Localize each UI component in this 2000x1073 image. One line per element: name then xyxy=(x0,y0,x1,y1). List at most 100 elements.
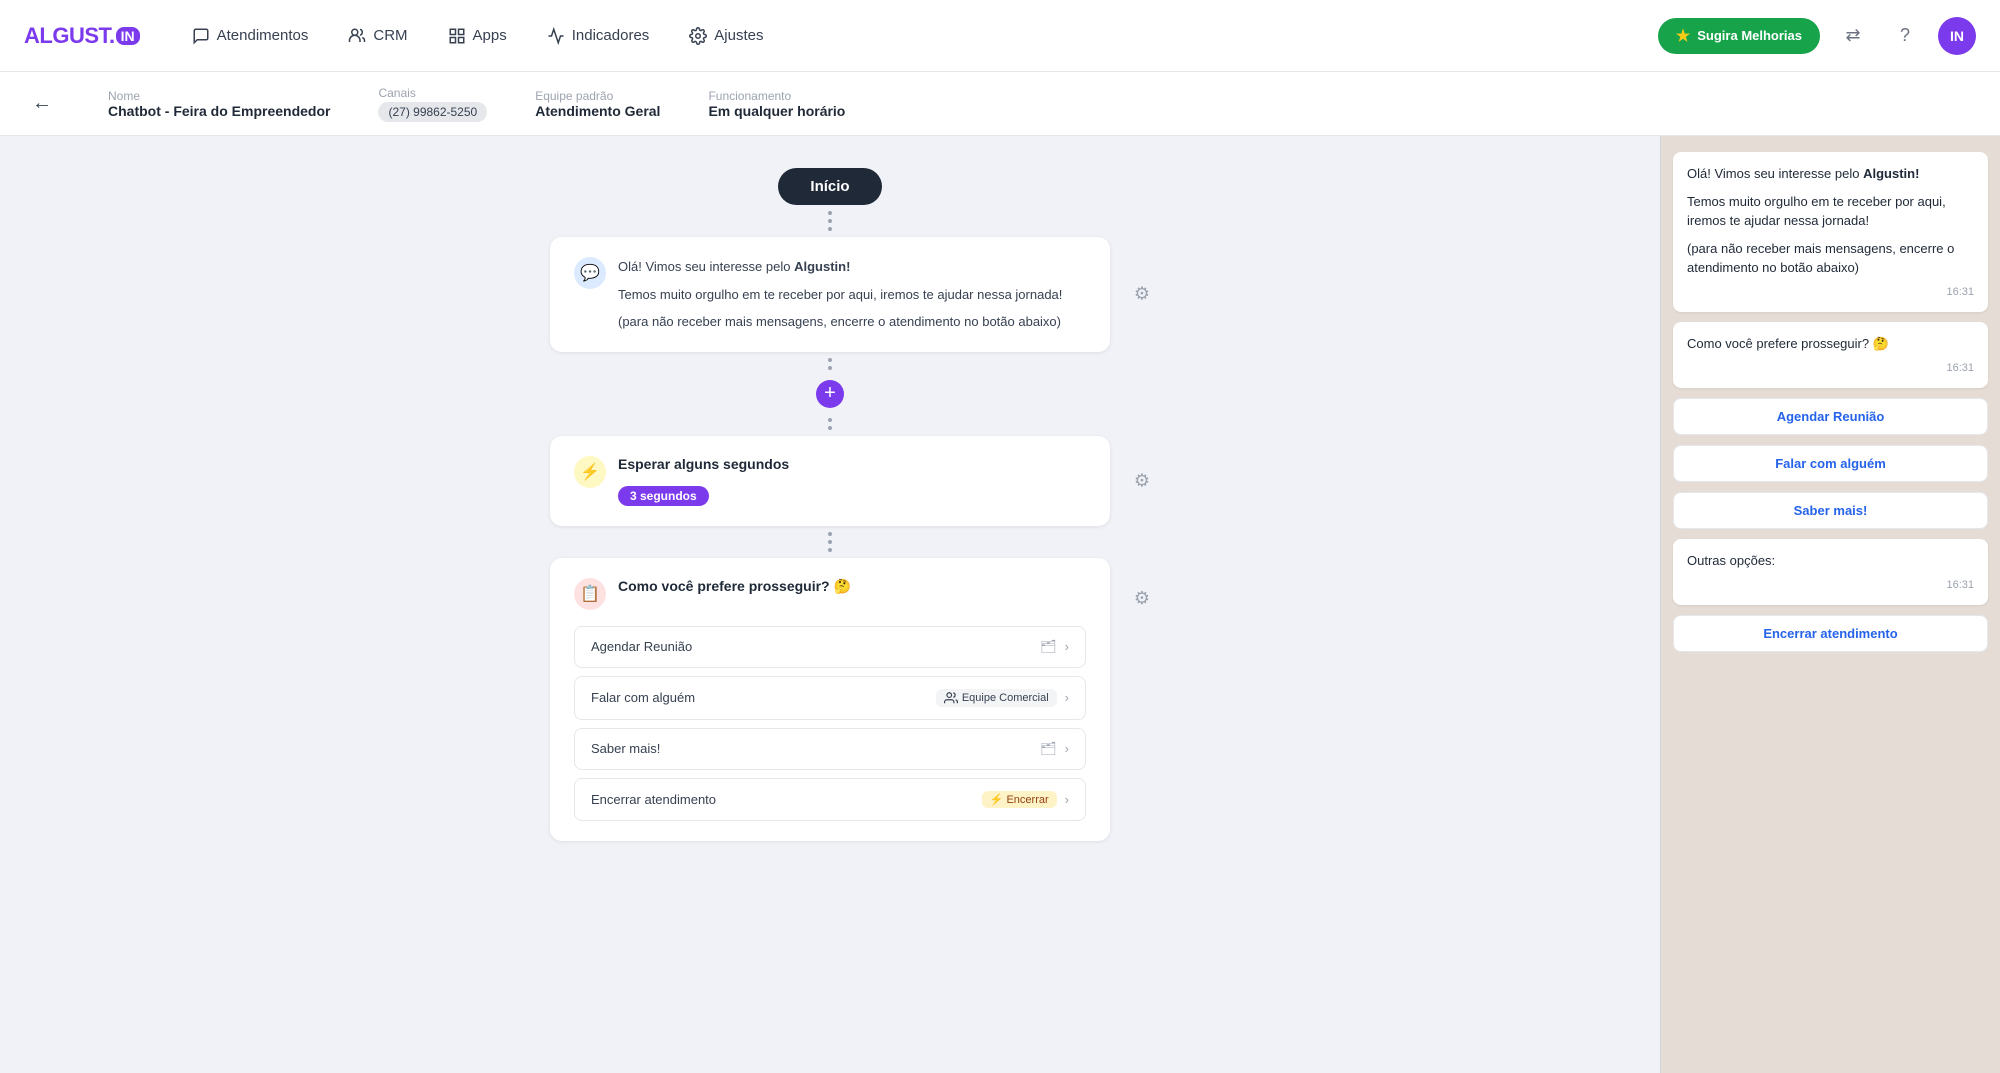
preview-text-2: Temos muito orgulho em te receber por aq… xyxy=(1687,192,1974,231)
funcionamento-label: Funcionamento xyxy=(708,89,845,103)
question-icon-bubble: 📋 xyxy=(574,578,606,610)
wait-badge: 3 segundos xyxy=(618,486,709,506)
message-content: Olá! Vimos seu interesse pelo Algustin! … xyxy=(618,257,1086,332)
name-section: Nome Chatbot - Feira do Empreendedor xyxy=(108,89,330,119)
option-falar-right: Equipe Comercial › xyxy=(936,689,1069,707)
wait-title: Esperar alguns segundos xyxy=(618,456,1086,472)
dot xyxy=(828,358,832,362)
message-node: 💬 Olá! Vimos seu interesse pelo Algustin… xyxy=(550,237,1110,352)
message-gear-button[interactable]: ⚙ xyxy=(1134,284,1150,305)
option-encerrar-left: Encerrar atendimento xyxy=(591,792,716,807)
chart-icon xyxy=(547,27,565,45)
top-navigation: ALGUST. IN Atendimentos CRM Apps Indicad… xyxy=(0,0,2000,72)
main-container: Início 💬 Olá! Vimos seu interesse pelo A… xyxy=(0,136,2000,1073)
preview-panel: Olá! Vimos seu interesse pelo Algustin! … xyxy=(1660,136,2000,1073)
preview-btn-saber[interactable]: Saber mais! xyxy=(1673,492,1988,529)
question-options: Agendar Reunião 🗂 › Falar com alguém xyxy=(574,626,1086,821)
canais-label: Canais xyxy=(378,86,487,100)
option-falar-left: Falar com alguém xyxy=(591,690,695,705)
preview-bubble-2: Como você prefere prosseguir? 🤔 16:31 xyxy=(1673,322,1988,388)
preview-btn-falar[interactable]: Falar com alguém xyxy=(1673,445,1988,482)
indicadores-label: Indicadores xyxy=(572,27,650,44)
wait-node: ⚡ Esperar alguns segundos 3 segundos xyxy=(550,436,1110,526)
option-agendar[interactable]: Agendar Reunião 🗂 › xyxy=(574,626,1086,668)
preview-bubble-1: Olá! Vimos seu interesse pelo Algustin! … xyxy=(1673,152,1988,312)
team-badge: Equipe Comercial xyxy=(936,689,1057,707)
preview-btn-encerrar[interactable]: Encerrar atendimento xyxy=(1673,615,1988,652)
message-text-3: (para não receber mais mensagens, encerr… xyxy=(618,312,1086,332)
wait-content: Esperar alguns segundos 3 segundos xyxy=(618,456,1086,506)
preview-question-text: Como você prefere prosseguir? 🤔 xyxy=(1687,334,1974,354)
connector-2 xyxy=(828,352,832,376)
connector-1 xyxy=(828,205,832,237)
canais-section: Canais (27) 99862-5250 xyxy=(378,86,487,122)
star-icon: ★ xyxy=(1676,26,1690,46)
question-content: Como você prefere prosseguir? 🤔 xyxy=(618,578,1086,601)
nav-items: Atendimentos CRM Apps Indicadores Ajuste… xyxy=(176,19,1658,53)
question-gear-button[interactable]: ⚙ xyxy=(1134,588,1150,609)
help-icon-button[interactable]: ? xyxy=(1886,17,1924,55)
start-node[interactable]: Início xyxy=(778,168,881,205)
gear-icon xyxy=(689,27,707,45)
grid-icon xyxy=(448,27,466,45)
funcionamento-section: Funcionamento Em qualquer horário xyxy=(708,89,845,119)
arrow-icon-4: › xyxy=(1065,792,1069,807)
falar-label: Falar com alguém xyxy=(591,690,695,705)
transfer-icon-button[interactable]: ⇄ xyxy=(1834,17,1872,55)
crm-label: CRM xyxy=(373,27,407,44)
users-icon xyxy=(348,27,366,45)
nav-item-apps[interactable]: Apps xyxy=(432,19,523,53)
wait-gear-button[interactable]: ⚙ xyxy=(1134,470,1150,491)
nav-item-atendimentos[interactable]: Atendimentos xyxy=(176,19,325,53)
question-node-wrapper: 📋 Como você prefere prosseguir? 🤔 Agenda… xyxy=(550,558,1110,841)
funcionamento-value: Em qualquer horário xyxy=(708,103,845,119)
dot xyxy=(828,532,832,536)
dot xyxy=(828,540,832,544)
team-icon xyxy=(944,691,958,705)
encerrar-label: Encerrar atendimento xyxy=(591,792,716,807)
dot xyxy=(828,366,832,370)
message-icon-bubble: 💬 xyxy=(574,257,606,289)
wait-node-wrapper: ⚡ Esperar alguns segundos 3 segundos ⚙ xyxy=(550,436,1110,526)
option-saber-right: 🗂 › xyxy=(1040,741,1069,757)
preview-bubble-outras: Outras opções: 16:31 xyxy=(1673,539,1988,605)
canvas-area: Início 💬 Olá! Vimos seu interesse pelo A… xyxy=(0,136,1660,1073)
chat-icon xyxy=(192,27,210,45)
preview-time-2: 16:31 xyxy=(1687,360,1974,377)
dot xyxy=(828,426,832,430)
question-node: 📋 Como você prefere prosseguir? 🤔 Agenda… xyxy=(550,558,1110,841)
nav-right: ★ Sugira Melhorias ⇄ ? IN xyxy=(1658,17,1976,55)
arrow-icon-2: › xyxy=(1065,690,1069,705)
suggest-button[interactable]: ★ Sugira Melhorias xyxy=(1658,18,1820,54)
arrow-icon: › xyxy=(1065,639,1069,654)
nav-item-ajustes[interactable]: Ajustes xyxy=(673,19,779,53)
wait-icon-bubble: ⚡ xyxy=(574,456,606,488)
preview-text-3: (para não receber mais mensagens, encerr… xyxy=(1687,239,1974,278)
option-falar[interactable]: Falar com alguém Equipe Comercial › xyxy=(574,676,1086,720)
saber-label: Saber mais! xyxy=(591,741,660,756)
ajustes-label: Ajustes xyxy=(714,27,763,44)
logo-badge: IN xyxy=(116,27,140,45)
folder-icon-2: 🗂 xyxy=(1040,741,1057,757)
option-saber[interactable]: Saber mais! 🗂 › xyxy=(574,728,1086,770)
message-node-wrapper: 💬 Olá! Vimos seu interesse pelo Algustin… xyxy=(550,237,1110,352)
nav-item-indicadores[interactable]: Indicadores xyxy=(531,19,666,53)
option-agendar-right: 🗂 › xyxy=(1040,639,1069,655)
question-title: Como você prefere prosseguir? 🤔 xyxy=(618,578,1086,595)
flow-center: Início 💬 Olá! Vimos seu interesse pelo A… xyxy=(40,168,1620,841)
agendar-label: Agendar Reunião xyxy=(591,639,692,654)
equipe-label: Equipe padrão xyxy=(535,89,660,103)
preview-btn-agendar[interactable]: Agendar Reunião xyxy=(1673,398,1988,435)
arrow-icon-3: › xyxy=(1065,741,1069,756)
option-encerrar-right: ⚡ Encerrar › xyxy=(982,791,1069,808)
avatar[interactable]: IN xyxy=(1938,17,1976,55)
connector-4 xyxy=(828,526,832,558)
back-button[interactable]: ← xyxy=(32,92,52,115)
apps-label: Apps xyxy=(473,27,507,44)
wait-header: ⚡ Esperar alguns segundos 3 segundos xyxy=(574,456,1086,506)
outras-text: Outras opções: xyxy=(1687,551,1974,571)
option-encerrar[interactable]: Encerrar atendimento ⚡ Encerrar › xyxy=(574,778,1086,821)
nav-item-crm[interactable]: CRM xyxy=(332,19,423,53)
add-node-button[interactable]: + xyxy=(816,380,844,408)
dot xyxy=(828,418,832,422)
